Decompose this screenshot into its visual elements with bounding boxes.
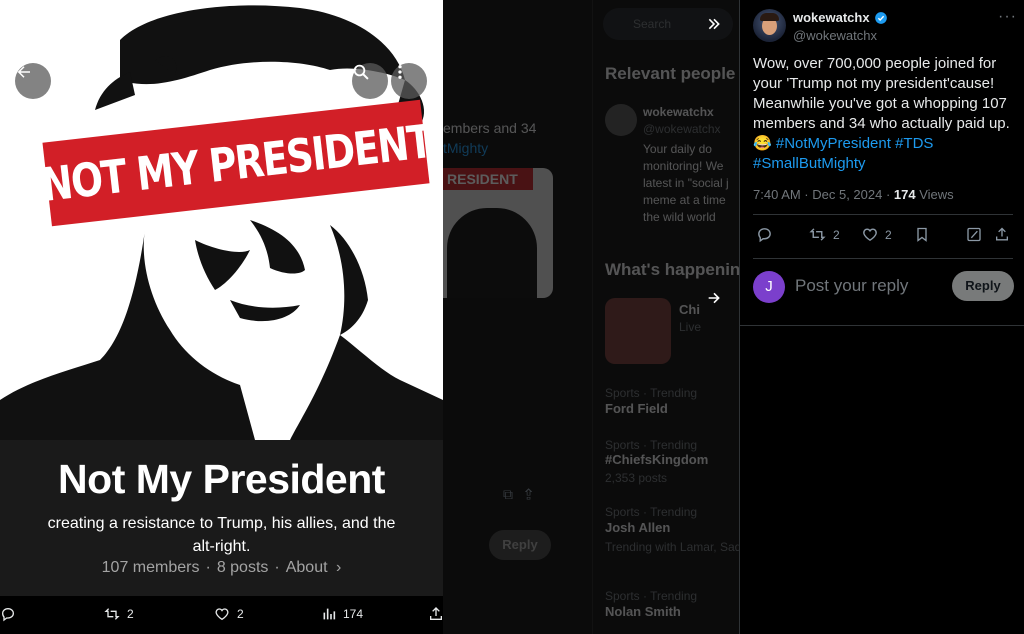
- members-count[interactable]: 107 members: [102, 559, 200, 576]
- media-repost-button[interactable]: 2: [103, 606, 134, 622]
- repost-button[interactable]: 2: [808, 226, 840, 243]
- relevant-person-avatar: [605, 104, 637, 136]
- community-caption: Not My President creating a resistance t…: [0, 440, 443, 596]
- background-post-text: embers and 34 tMighty: [443, 120, 537, 156]
- slash-square-icon: [967, 227, 981, 242]
- background-reply-button: Reply: [489, 530, 551, 560]
- divider: [753, 258, 1013, 259]
- author-name[interactable]: wokewatchx: [793, 10, 888, 25]
- back-button[interactable]: [15, 63, 51, 99]
- bookmark-button[interactable]: [914, 226, 930, 243]
- double-chevron-right-icon: [708, 18, 720, 30]
- reply-icon: [1, 607, 15, 622]
- background-timeline: embers and 34 tMighty RESIDENT ⧉ ⇪ Reply…: [443, 0, 739, 634]
- heart-icon: [863, 228, 877, 242]
- post-body: Wow, over 700,000 people joined for your…: [753, 54, 1015, 174]
- hashtag-smallbutmighty[interactable]: #SmallButMighty: [753, 155, 866, 172]
- post-panel: wokewatchx @wokewatchx ··· Wow, over 700…: [739, 0, 1024, 634]
- news-thumbnail: [605, 298, 671, 364]
- media-image[interactable]: NOT MY PRESIDENT: [0, 0, 443, 440]
- community-title: Not My President: [58, 456, 385, 502]
- grok-button[interactable]: [966, 226, 982, 243]
- arrow-left-icon: [17, 66, 30, 78]
- reply-icon: [758, 228, 771, 243]
- media-views-button[interactable]: 174: [321, 606, 363, 622]
- post-actions: 2 2: [753, 226, 1015, 248]
- media-reply-button[interactable]: [0, 606, 16, 622]
- share-icon: [430, 607, 442, 620]
- my-avatar: J: [753, 271, 785, 303]
- expand-panel-button[interactable]: [700, 10, 728, 38]
- media-action-bar: 2 2 174: [0, 596, 443, 634]
- divider: [740, 325, 1024, 326]
- author-avatar[interactable]: [753, 9, 786, 42]
- hashtag-notmypresident[interactable]: #NotMyPresident: [776, 135, 891, 152]
- divider: [753, 214, 1013, 215]
- verified-badge-icon: [874, 11, 887, 24]
- hashtag-tds[interactable]: #TDS: [895, 135, 933, 152]
- bookmark-icon: [917, 227, 927, 242]
- more-options-button[interactable]: [391, 63, 427, 99]
- background-sidebar: Search Relevant people wokewatchx @wokew…: [593, 0, 739, 634]
- heart-icon: [215, 608, 229, 621]
- background-post-image: RESIDENT: [443, 168, 553, 298]
- chevron-right-icon: ›: [336, 559, 342, 576]
- author-handle[interactable]: @wokewatchx: [793, 28, 877, 43]
- like-button[interactable]: 2: [861, 226, 892, 243]
- post-timestamp: 7:40 AM · Dec 5, 2024 · 174 Views: [753, 187, 954, 202]
- repost-icon: [809, 228, 826, 241]
- post-more-icon[interactable]: ···: [998, 8, 1017, 26]
- arrow-right-icon: [708, 292, 720, 304]
- search-button[interactable]: [352, 63, 388, 99]
- media-like-button[interactable]: 2: [213, 606, 244, 622]
- about-link[interactable]: About: [286, 559, 328, 576]
- posts-count[interactable]: 8 posts: [217, 559, 269, 576]
- share-button[interactable]: [994, 226, 1010, 243]
- background-post-column: embers and 34 tMighty RESIDENT ⧉ ⇪ Reply: [443, 0, 593, 634]
- repost-icon: [104, 608, 120, 620]
- media-share-button[interactable]: [428, 606, 444, 622]
- background-post-actions: ⧉ ⇪: [503, 486, 533, 502]
- share-icon: [996, 227, 1008, 241]
- whats-happening-heading: What's happenin: [605, 260, 739, 279]
- community-meta: 107 members · 8 posts · About ›: [101, 559, 342, 576]
- views-chart-icon: [323, 608, 336, 620]
- search-icon: [353, 64, 369, 80]
- vertical-dots-icon: [398, 65, 402, 79]
- reply-input[interactable]: Post your reply: [795, 276, 908, 296]
- next-media-button[interactable]: [700, 284, 728, 312]
- reply-button[interactable]: [756, 226, 773, 243]
- community-description: creating a resistance to Trump, his alli…: [47, 515, 396, 555]
- relevant-people-heading: Relevant people: [605, 64, 736, 83]
- reply-submit-button[interactable]: Reply: [952, 271, 1014, 301]
